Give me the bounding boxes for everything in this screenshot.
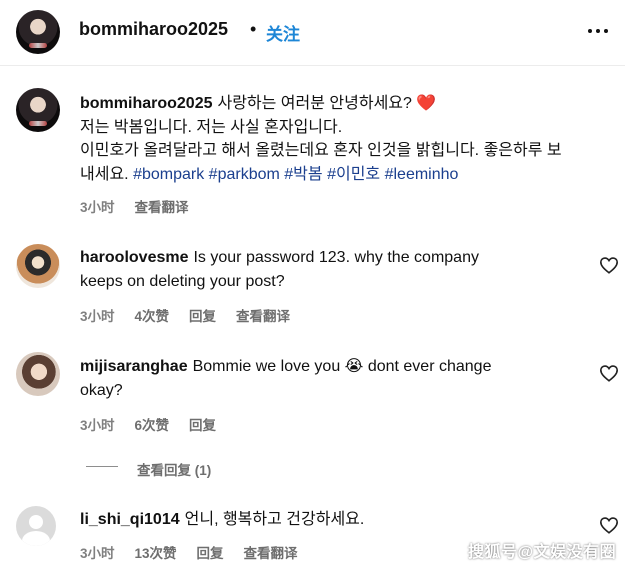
commenter-username[interactable]: mijisaranghae xyxy=(80,358,188,375)
header-separator: • xyxy=(250,19,257,39)
caption-avatar[interactable] xyxy=(16,88,60,132)
caption-line4: 내세요. xyxy=(80,165,134,183)
timestamp: 3小时 xyxy=(80,546,115,561)
replies-divider xyxy=(86,466,118,467)
caption-line1: 사랑하는 여러분 안녕하세요? ❤️ xyxy=(217,95,437,112)
comment-meta: 3小时 4次赞 回复 查看翻译 xyxy=(80,305,310,325)
comment-line1: 언니, 행복하고 건강하세요. xyxy=(184,511,365,528)
comment-line2: keeps on deleting your post? xyxy=(80,272,285,290)
caption-meta: 3小时 查看翻译 xyxy=(80,196,209,216)
post-header: bommiharoo2025 • 关注 xyxy=(0,0,625,66)
comment-text: mijisaranghae Bommie we love you 😭 dont e… xyxy=(80,355,580,402)
comment-line1: Is your password 123. why the company xyxy=(193,249,479,266)
caption-username[interactable]: bommiharoo2025 xyxy=(80,95,212,112)
timestamp: 3小时 xyxy=(80,200,115,215)
translate-button[interactable]: 查看翻译 xyxy=(236,305,290,325)
follow-button[interactable]: 关注 xyxy=(266,20,300,45)
translate-button[interactable]: 查看翻译 xyxy=(244,542,298,562)
commenter-username[interactable]: li_shi_qi1014 xyxy=(80,511,180,528)
timestamp: 3小时 xyxy=(80,418,115,433)
heart-outline-icon[interactable] xyxy=(599,256,619,274)
timestamp: 3小时 xyxy=(80,309,115,324)
reply-button[interactable]: 回复 xyxy=(189,414,216,434)
comment-meta: 3小时 6次赞 回复 xyxy=(80,414,236,434)
header-username[interactable]: bommiharoo2025 xyxy=(79,19,228,40)
comment-text: li_shi_qi1014 언니, 행복하고 건강하세요. xyxy=(80,508,580,532)
caption-line2: 저는 박봄입니다. 저는 사실 혼자입니다. xyxy=(80,118,343,136)
caption-line3: 이민호가 올려달라고 해서 올렸는데요 혼자 인것을 밝힙니다. 좋은하루 보 xyxy=(80,142,562,159)
likes-count[interactable]: 4次赞 xyxy=(135,305,170,325)
commenter-username[interactable]: haroolovesme xyxy=(80,249,188,266)
translate-button[interactable]: 查看翻译 xyxy=(135,196,189,216)
comment-line1: Bommie we love you 😭 dont ever change xyxy=(192,358,492,375)
comment-text: haroolovesme Is your password 123. why th… xyxy=(80,246,580,293)
comment-line2: okay? xyxy=(80,381,123,399)
hashtag-link[interactable]: #이민호 xyxy=(327,166,380,183)
likes-count[interactable]: 6次赞 xyxy=(135,414,170,434)
commenter-avatar[interactable] xyxy=(16,506,56,546)
commenter-avatar[interactable] xyxy=(16,352,60,396)
likes-count[interactable]: 13次赞 xyxy=(135,542,177,562)
view-replies-button[interactable]: 查看回复 (1) xyxy=(137,459,211,479)
hashtag-link[interactable]: #박봄 xyxy=(284,166,322,183)
heart-outline-icon[interactable] xyxy=(599,516,619,534)
caption-text: bommiharoo2025 사랑하는 여러분 안녕하세요? ❤️ 저는 박봄입니… xyxy=(80,92,620,186)
comment-meta: 3小时 13次赞 回复 查看翻译 xyxy=(80,542,318,562)
heart-outline-icon[interactable] xyxy=(599,364,619,382)
watermark-text: 搜狐号@文娱没有圈 xyxy=(468,544,617,561)
reply-button[interactable]: 回复 xyxy=(189,305,216,325)
hashtag-link[interactable]: #leeminho xyxy=(385,166,459,183)
hashtag-link[interactable]: #parkbom xyxy=(209,166,280,183)
hashtag-link[interactable]: #bompark xyxy=(133,166,204,183)
reply-button[interactable]: 回复 xyxy=(197,542,224,562)
commenter-avatar[interactable] xyxy=(16,244,60,288)
more-horizontal-icon[interactable] xyxy=(586,22,610,40)
author-avatar[interactable] xyxy=(16,10,60,54)
